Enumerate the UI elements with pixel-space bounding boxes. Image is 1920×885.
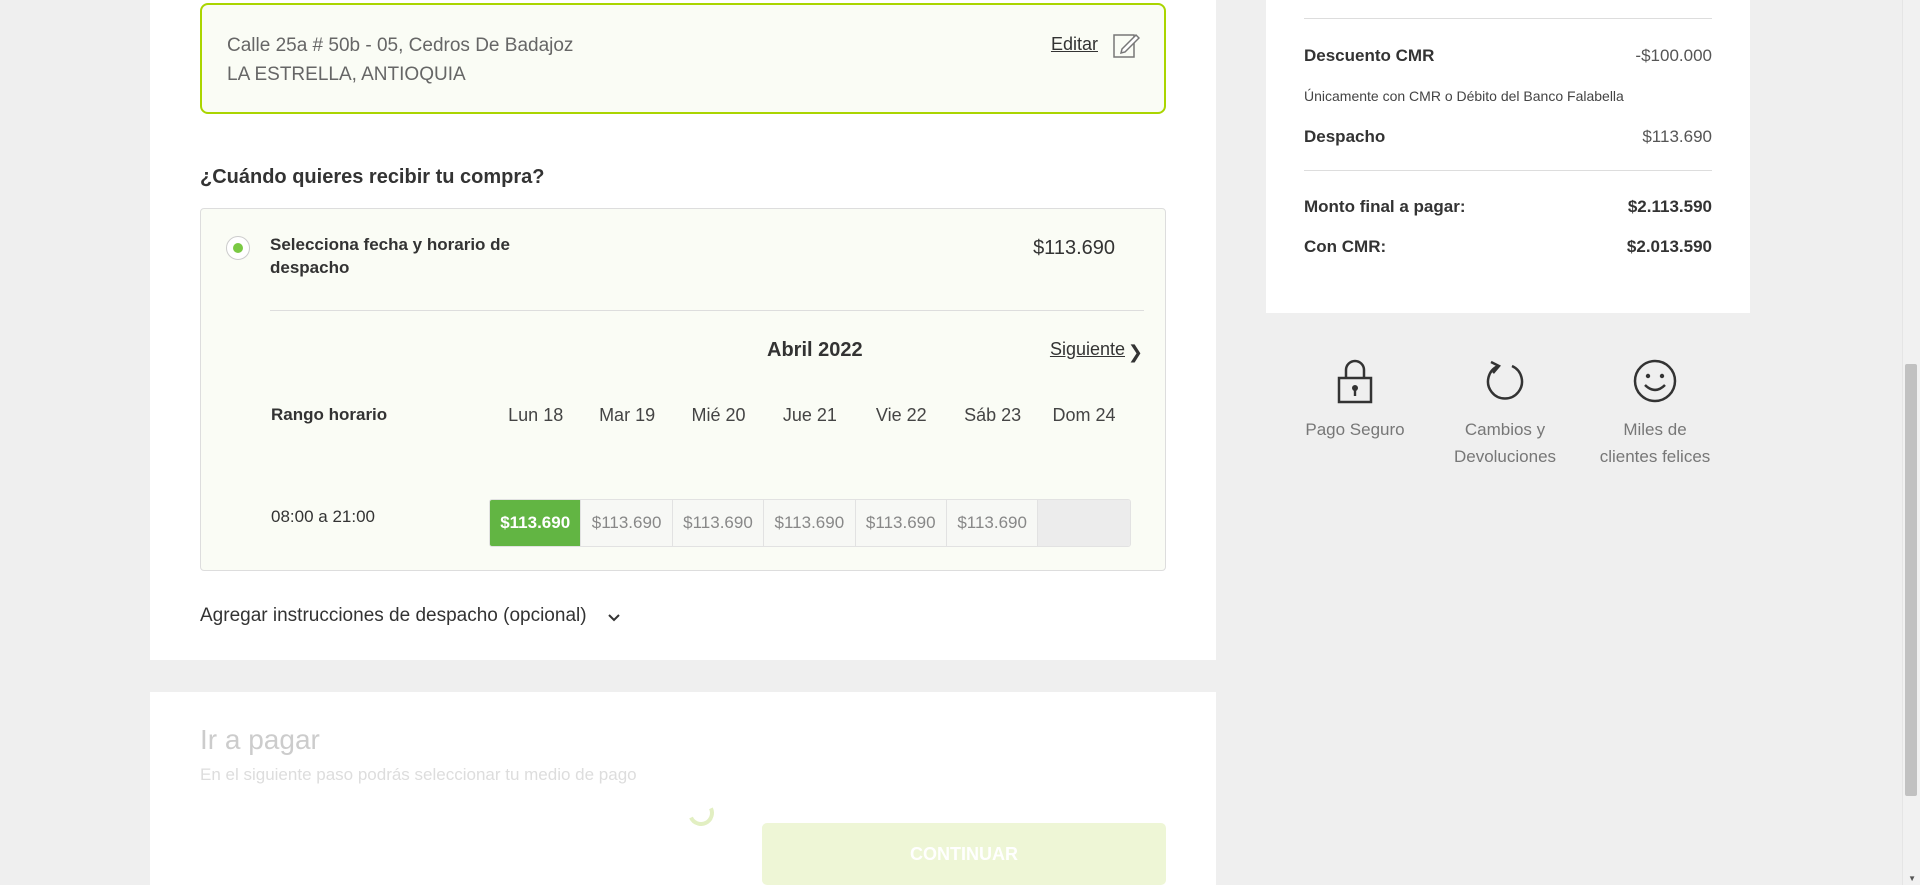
discount-label: Descuento CMR [1304,46,1435,65]
payment-subtitle: En el siguiente paso podrás seleccionar … [200,765,637,784]
day-header: Dom 24 [1052,405,1116,425]
scrollbar-thumb[interactable] [1905,364,1917,796]
payment-section: Ir a pagar En el siguiente paso podrás s… [150,692,1216,885]
time-slot[interactable]: $113.690 [581,500,673,546]
time-range-header: Rango horario [271,405,388,424]
delivery-instructions-toggle[interactable]: Agregar instrucciones de despacho (opcio… [200,605,587,627]
delivery-option-price: $113.690 [1033,237,1115,259]
time-slot-selected[interactable]: $113.690 [490,500,582,546]
shipping-label: Despacho [1304,127,1386,146]
lock-icon [1337,359,1373,404]
smiley-icon [1633,359,1677,403]
time-slot[interactable]: $113.690 [946,500,1039,546]
benefit-happy-customers: Miles de clientes felices [1580,358,1730,470]
chevron-down-icon[interactable] [606,610,622,626]
benefit-label: Miles de clientes felices [1580,416,1730,470]
shipping-value: $113.690 [1642,127,1712,146]
address-line2: LA ESTRELLA, ANTIOQUIA [227,64,466,85]
edit-address-link[interactable]: Editar [1051,34,1098,55]
calendar-days: Lun 18 Mar 19 Mié 20 Jue 21 Vie 22 Sáb 2… [490,405,1130,426]
order-summary: Descuento CMR -$100.000 Únicamente con C… [1266,0,1750,313]
day-header: Jue 21 [782,405,837,425]
refresh-icon [1486,360,1524,400]
cmr-value: $2.013.590 [1626,237,1712,256]
delivery-question: ¿Cuándo quieres recibir tu compra? [200,166,545,188]
total-label: Monto final a pagar: [1304,197,1466,216]
time-slot[interactable]: $113.690 [764,500,856,546]
day-header: Vie 22 [875,405,927,425]
shipping-section: Calle 25a # 50b - 05, Cedros De Badajoz … [150,0,1216,660]
day-header: Lun 18 [508,405,564,425]
summary-total-row: Monto final a pagar: $2.113.590 [1304,197,1712,217]
edit-icon[interactable] [1112,31,1140,59]
divider [1304,170,1712,171]
payment-title: Ir a pagar [200,724,320,755]
benefit-label-line: Devoluciones [1453,447,1557,466]
benefit-label-line: Miles de [1623,420,1687,439]
divider [270,310,1144,311]
summary-shipping-row: Despacho $113.690 [1304,127,1712,147]
day-header: Sáb 23 [964,405,1022,425]
delivery-option-radio[interactable] [226,236,250,260]
address-box: Calle 25a # 50b - 05, Cedros De Badajoz … [200,3,1166,114]
scroll-down-icon[interactable]: ▼ [1908,874,1916,883]
next-week-link[interactable]: Siguiente [1050,339,1125,360]
benefit-returns: Cambios y Devoluciones [1430,358,1580,470]
slot-time: 08:00 a 21:00 [271,507,375,526]
loading-spinner-icon [684,796,718,830]
time-slot[interactable]: $113.690 [672,500,765,546]
total-value: $2.113.590 [1627,197,1712,216]
benefit-label-line: Cambios y [1464,420,1546,439]
day-header: Mar 19 [599,405,656,425]
benefit-label-line: clientes felices [1599,447,1711,466]
time-slots: $113.690 $113.690 $113.690 $113.690 $113… [489,499,1131,547]
address-line1: Calle 25a # 50b - 05, Cedros De Badajoz [227,35,574,56]
summary-cmr-row: Con CMR: $2.013.590 [1304,237,1712,257]
calendar-month: Abril 2022 [767,339,863,361]
time-slot[interactable]: $113.690 [855,500,947,546]
divider [1304,18,1712,19]
delivery-option-title: Selecciona fecha y horario de despacho [270,235,510,277]
delivery-schedule: Selecciona fecha y horario de despacho $… [200,208,1166,571]
benefit-secure-payment: Pago Seguro [1280,358,1430,443]
discount-value: -$100.000 [1635,46,1712,65]
benefit-label: Cambios y Devoluciones [1430,416,1580,470]
summary-discount-row: Descuento CMR -$100.000 [1304,46,1712,66]
cmr-label: Con CMR: [1304,237,1387,256]
continue-button[interactable]: CONTINUAR [762,823,1166,885]
benefit-label: Pago Seguro [1305,420,1405,439]
time-slot-unavailable [1038,500,1130,546]
day-header: Mié 20 [691,405,746,425]
discount-note: Únicamente con CMR o Débito del Banco Fa… [1304,88,1624,104]
chevron-right-icon[interactable]: ❯ [1128,342,1143,363]
scrollbar[interactable]: ▼ [1902,0,1920,885]
